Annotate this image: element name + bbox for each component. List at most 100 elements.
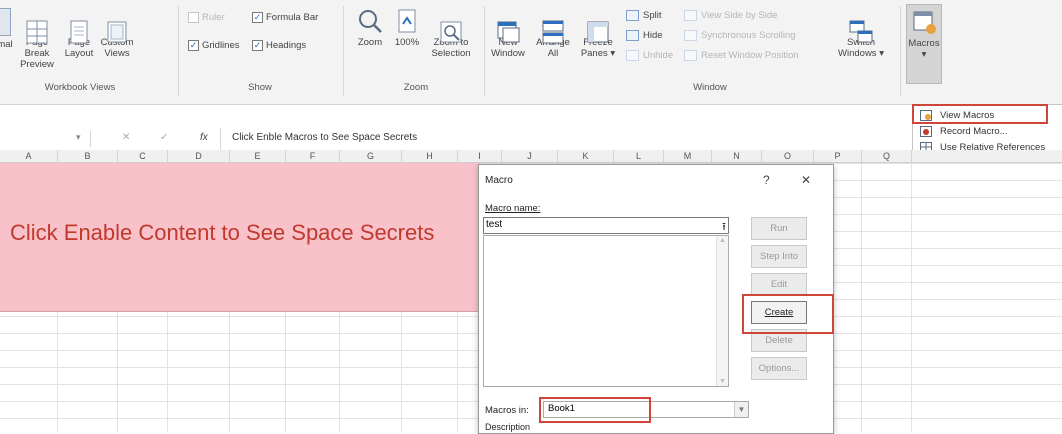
new-window-icon	[495, 8, 521, 43]
column-header-o[interactable]: O	[762, 150, 814, 162]
zoom-label: Zoom	[357, 37, 383, 48]
switch-windows-button[interactable]: Switch Windows ▾	[838, 8, 884, 59]
freeze-panes-icon	[585, 8, 611, 43]
name-box-dropdown-icon[interactable]: ▾	[76, 132, 81, 143]
arrange-all-icon	[540, 8, 566, 44]
column-header-k[interactable]: K	[558, 150, 614, 162]
close-button[interactable]: ✕	[801, 173, 811, 187]
description-label: Description	[485, 422, 531, 432]
view-side-by-side-button[interactable]: View Side by Side	[684, 10, 777, 21]
ribbon-separator	[178, 6, 179, 96]
split-label: Split	[643, 10, 662, 21]
view-side-icon	[684, 10, 697, 21]
macro-list[interactable]: ▲ ▼	[483, 235, 729, 387]
macro-name-value: test	[486, 219, 503, 230]
formula-input[interactable]: Click Enble Macros to See Space Secrets	[232, 132, 417, 143]
show-group-label: Show	[248, 82, 272, 93]
view-side-label: View Side by Side	[701, 10, 778, 21]
headings-checkbox[interactable]: ✓ Headings	[252, 40, 306, 51]
record-macro-label: Record Macro...	[940, 125, 1008, 137]
zoom-group-label: Zoom	[403, 82, 429, 93]
column-header-g[interactable]: G	[340, 150, 402, 162]
sync-scroll-icon	[684, 30, 697, 41]
enter-icon[interactable]: ✓	[160, 132, 168, 143]
macros-button[interactable]: Macros ▾	[906, 4, 942, 84]
page-break-preview-button[interactable]: Page Break Preview	[14, 8, 60, 70]
column-header-f[interactable]: F	[286, 150, 340, 162]
unhide-icon	[626, 50, 639, 61]
chevron-down-icon[interactable]: ▼	[734, 402, 748, 417]
reset-position-icon	[684, 50, 697, 61]
record-macro-icon	[920, 125, 932, 137]
help-button[interactable]: ?	[763, 173, 770, 187]
macros-in-highlight	[539, 397, 651, 423]
macros-in-label: Macros in:	[485, 405, 529, 416]
column-header-d[interactable]: D	[168, 150, 230, 162]
headings-label: Headings	[266, 40, 307, 51]
formula-bar-checkbox[interactable]: ✓ Formula Bar	[252, 12, 318, 23]
cell-text: Click Enable Content to See Space Secret…	[10, 220, 435, 245]
synchronous-scrolling-button[interactable]: Synchronous Scrolling	[684, 30, 796, 41]
formula-bar: ▾ ✕ ✓ fx Click Enble Macros to See Space…	[0, 128, 912, 151]
name-box[interactable]: ▾	[0, 131, 91, 147]
step-into-button[interactable]: Step Into	[751, 245, 807, 268]
column-header-h[interactable]: H	[402, 150, 458, 162]
new-window-button[interactable]: New Window	[488, 8, 528, 59]
normal-view-icon	[0, 8, 11, 36]
reset-window-position-button[interactable]: Reset Window Position	[684, 50, 799, 61]
macro-name-input[interactable]: test ⭱	[483, 217, 729, 234]
grid-column-line	[911, 163, 912, 432]
macros-dropdown-arrow: ▾	[921, 49, 927, 60]
hide-label: Hide	[643, 30, 663, 41]
page-layout-button[interactable]: Page Layout	[62, 8, 96, 59]
column-header-j[interactable]: J	[502, 150, 558, 162]
column-header-b[interactable]: B	[58, 150, 118, 162]
create-button-highlight	[742, 294, 834, 334]
scroll-down-icon[interactable]: ▼	[719, 378, 726, 385]
gridlines-label: Gridlines	[202, 40, 240, 51]
column-header-p[interactable]: P	[814, 150, 862, 162]
unhide-button[interactable]: Unhide	[626, 50, 673, 61]
merged-cell-a1[interactable]: Click Enable Content to See Space Secret…	[0, 163, 480, 312]
column-header-a[interactable]: A	[0, 150, 58, 162]
arrange-all-button[interactable]: Arrange All	[534, 8, 572, 59]
freeze-panes-button[interactable]: Freeze Panes ▾	[576, 8, 620, 59]
zoom-100-button[interactable]: 100%	[392, 8, 422, 48]
column-header-i[interactable]: I	[458, 150, 502, 162]
reset-position-label: Reset Window Position	[701, 50, 799, 61]
hide-button[interactable]: Hide	[626, 30, 663, 41]
gridlines-checkbox[interactable]: ✓ Gridlines	[188, 40, 240, 51]
insert-function-icon[interactable]: fx	[200, 132, 208, 143]
column-header-c[interactable]: C	[118, 150, 168, 162]
custom-views-button[interactable]: Custom Views	[98, 8, 136, 59]
ribbon-separator	[343, 6, 344, 96]
zoom-to-selection-button[interactable]: Zoom to Selection	[426, 8, 476, 59]
page-break-icon	[24, 8, 50, 44]
edit-button[interactable]: Edit	[751, 273, 807, 296]
column-header-e[interactable]: E	[230, 150, 286, 162]
ribbon-separator	[900, 6, 901, 96]
sync-scroll-label: Synchronous Scrolling	[701, 30, 796, 41]
formula-bar-label: Formula Bar	[266, 12, 319, 23]
zoom-selection-icon	[438, 8, 464, 43]
split-button[interactable]: Split	[626, 10, 661, 21]
gridlines-checkmark: ✓	[188, 40, 199, 51]
cancel-icon[interactable]: ✕	[122, 132, 130, 143]
ribbon: mal Page Break Preview Page Layout Custo…	[0, 0, 1062, 105]
macros-label: Macros	[908, 38, 940, 49]
options-button[interactable]: Options...	[751, 357, 807, 380]
scroll-up-icon[interactable]: ▲	[719, 237, 726, 244]
ruler-checkbox[interactable]: Ruler	[188, 12, 225, 23]
record-macro-item[interactable]: Record Macro...	[913, 123, 1062, 139]
column-header-m[interactable]: M	[664, 150, 712, 162]
normal-view-button[interactable]: mal	[0, 8, 13, 50]
macro-list-scrollbar[interactable]: ▲ ▼	[716, 236, 728, 386]
column-header-n[interactable]: N	[712, 150, 762, 162]
grid-column-line	[861, 163, 862, 432]
column-header-l[interactable]: L	[614, 150, 664, 162]
column-header-q[interactable]: Q	[862, 150, 912, 162]
run-button[interactable]: Run	[751, 217, 807, 240]
formula-bar-checkmark: ✓	[252, 12, 263, 23]
zoom-button[interactable]: Zoom	[352, 8, 388, 48]
column-headers: ABCDEFGHIJKLMNOPQ	[0, 150, 1062, 163]
